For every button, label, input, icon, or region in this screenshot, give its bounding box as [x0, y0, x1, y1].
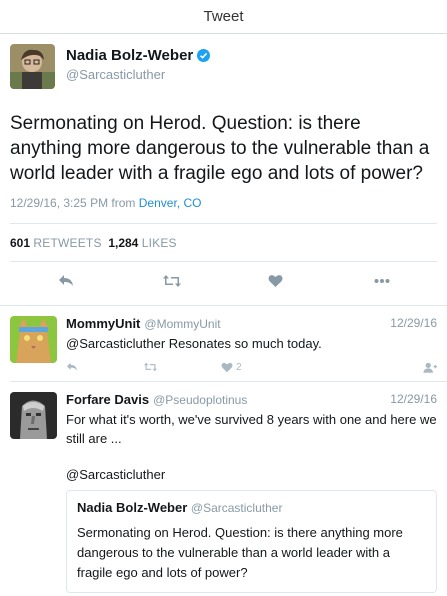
tweet-meta: 12/29/16, 3:25 PM from Denver, CO: [10, 196, 437, 210]
like-icon: [221, 362, 233, 373]
reply-author-handle[interactable]: @Pseudoplotinus: [153, 392, 247, 407]
nav-title: Tweet: [203, 8, 244, 25]
author-handle[interactable]: @Sarcasticluther: [66, 67, 210, 82]
quote-author-name: Nadia Bolz-Weber: [77, 500, 188, 515]
avatar[interactable]: [10, 392, 57, 439]
more-icon: [374, 279, 390, 283]
reply-text: @Sarcasticluther Resonates so much today…: [66, 336, 322, 351]
reply-icon: [59, 275, 73, 286]
tweet-stats: 601 RETWEETS 1,284 LIKES: [10, 224, 437, 261]
follow-button[interactable]: [423, 362, 437, 373]
reply-mention[interactable]: @Sarcasticluther: [66, 465, 437, 484]
reply-button[interactable]: [58, 274, 74, 293]
retweet-button[interactable]: [162, 274, 182, 293]
tweet-text: Sermonating on Herod. Question: is there…: [10, 113, 430, 184]
nav-bar: Tweet: [0, 0, 447, 34]
like-count[interactable]: 1,284: [108, 236, 138, 250]
follow-icon: [423, 362, 437, 373]
reply-actions: 2: [66, 359, 437, 379]
reply-author-name[interactable]: Forfare Davis: [66, 392, 149, 407]
timestamp: 12/29/16, 3:25 PM from: [10, 196, 136, 210]
reply-author-handle[interactable]: @MommyUnit: [144, 316, 220, 331]
retweet-button[interactable]: [143, 362, 158, 372]
like-count: 2: [236, 362, 242, 373]
reply-button[interactable]: [66, 362, 78, 372]
author-name[interactable]: Nadia Bolz-Weber: [66, 47, 193, 64]
more-button[interactable]: [374, 274, 390, 293]
reply-tweet[interactable]: MommyUnit @MommyUnit 12/29/16 @Sarcastic…: [0, 306, 447, 381]
retweets-label[interactable]: RETWEETS: [33, 236, 101, 250]
quoted-tweet[interactable]: Nadia Bolz-Weber @Sarcasticluther Sermon…: [66, 490, 437, 593]
reply-date: 12/29/16: [390, 392, 437, 406]
main-tweet: Nadia Bolz-Weber @Sarcasticluther Sermon…: [0, 34, 447, 305]
reply-tweet[interactable]: Forfare Davis @Pseudoplotinus 12/29/16 F…: [0, 382, 447, 448]
like-icon: [268, 275, 283, 287]
retweet-icon: [144, 362, 157, 372]
reply-author-name[interactable]: MommyUnit: [66, 316, 140, 331]
verified-icon: [197, 49, 211, 62]
like-button[interactable]: 2: [221, 362, 242, 373]
retweet-count[interactable]: 601: [10, 236, 30, 250]
reply-text: For what it's worth, we've survived 8 ye…: [66, 412, 437, 446]
reply-icon: [67, 362, 77, 371]
tweet-actions: [10, 262, 437, 305]
quote-text: Sermonating on Herod. Question: is there…: [77, 525, 403, 580]
location-link[interactable]: Denver, CO: [139, 196, 202, 210]
quote-author-handle: @Sarcasticluther: [190, 501, 283, 515]
avatar[interactable]: [10, 44, 55, 89]
reply-date: 12/29/16: [390, 316, 437, 330]
avatar[interactable]: [10, 316, 57, 363]
reply-continuation: @Sarcasticluther Nadia Bolz-Weber @Sarca…: [0, 448, 447, 596]
like-button[interactable]: [268, 274, 283, 293]
retweet-icon: [163, 275, 181, 287]
likes-label[interactable]: LIKES: [142, 236, 177, 250]
author-row: Nadia Bolz-Weber @Sarcasticluther: [10, 44, 437, 89]
